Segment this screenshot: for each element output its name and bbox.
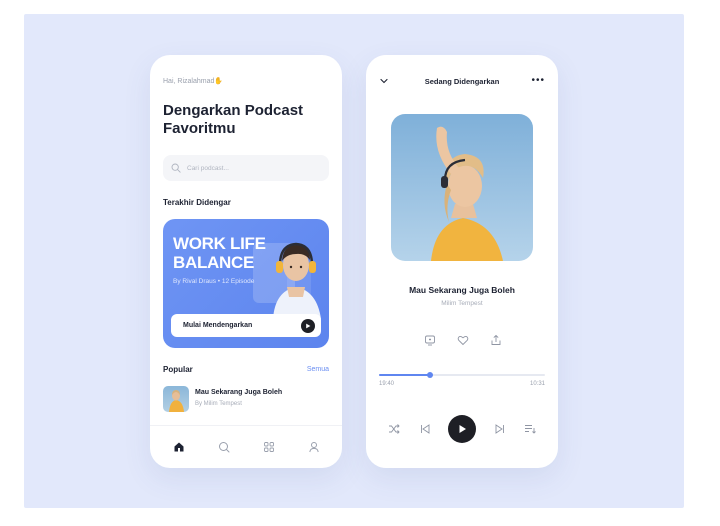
queue-button[interactable] <box>523 422 537 436</box>
nav-home[interactable] <box>170 438 188 456</box>
featured-title: WORK LIFE BALANCE <box>173 234 266 272</box>
playback-controls <box>379 415 545 443</box>
featured-podcast-card[interactable]: WORK LIFE BALANCE By Rival Draus • 12 Ep… <box>163 219 329 348</box>
next-button[interactable] <box>493 422 507 436</box>
background-canvas <box>24 14 684 508</box>
grid-icon <box>263 442 274 452</box>
player-header: Sedang Didengarkan ••• <box>366 73 558 89</box>
nav-profile[interactable] <box>305 438 323 456</box>
page-title: Dengarkan Podcast Favoritmu <box>163 102 304 137</box>
album-cover <box>391 114 533 261</box>
user-icon <box>308 442 319 453</box>
action-bar <box>423 333 503 347</box>
popular-item-title: Mau Sekarang Juga Boleh <box>195 389 283 396</box>
playlist-icon <box>425 335 435 346</box>
queue-icon <box>525 425 536 434</box>
next-icon <box>495 424 504 434</box>
see-all-link[interactable]: Semua <box>307 366 329 373</box>
song-artist: Milim Tempest <box>441 300 483 307</box>
play-icon <box>459 425 466 433</box>
like-button[interactable] <box>456 333 470 347</box>
home-screen: Hai, Rizalahmad✋ Dengarkan Podcast Favor… <box>150 55 342 468</box>
popular-item-artist: By Milim Tempest <box>195 401 242 407</box>
shuffle-icon <box>389 424 400 434</box>
recent-section-title: Terakhir Didengar <box>163 198 231 207</box>
greeting-text: Hai, Rizalahmad <box>163 78 215 85</box>
song-title: Mau Sekarang Juga Boleh <box>409 285 515 295</box>
progress-bar[interactable] <box>379 372 545 378</box>
play-button[interactable] <box>448 415 476 443</box>
progress-fill <box>379 374 431 376</box>
waving-hand-icon: ✋ <box>214 78 224 85</box>
shuffle-button[interactable] <box>387 422 401 436</box>
nav-library[interactable] <box>260 438 278 456</box>
share-button[interactable] <box>489 333 503 347</box>
podcast-thumbnail <box>163 386 189 412</box>
popular-section-title: Popular <box>163 365 193 374</box>
previous-button[interactable] <box>418 422 432 436</box>
start-listening-label: Mulai Mendengarkan <box>183 322 253 329</box>
previous-icon <box>420 424 429 434</box>
start-listening-button[interactable]: Mulai Mendengarkan <box>171 314 321 337</box>
more-options-icon[interactable]: ••• <box>531 75 545 86</box>
player-heading: Sedang Didengarkan <box>424 77 500 86</box>
nav-search[interactable] <box>215 438 233 456</box>
current-time: 19:40 <box>379 381 395 387</box>
featured-meta: By Rival Draus • 12 Episode <box>173 278 255 285</box>
search-input[interactable]: Cari podcast... <box>163 155 329 181</box>
bottom-navigation <box>150 425 342 468</box>
home-icon <box>174 442 183 452</box>
player-screen: Sedang Didengarkan ••• Mau Sekarang Juga… <box>366 55 558 468</box>
list-item[interactable]: Mau Sekarang Juga Boleh By Milim Tempest <box>163 386 333 412</box>
avatar-illustration <box>273 242 321 319</box>
play-icon <box>301 318 315 333</box>
search-icon <box>218 442 229 453</box>
add-to-playlist-button[interactable] <box>423 333 437 347</box>
greeting: Hai, Rizalahmad✋ <box>163 77 223 85</box>
share-icon <box>491 334 501 345</box>
search-placeholder: Cari podcast... <box>187 164 229 172</box>
progress-knob[interactable] <box>427 372 434 378</box>
total-time: 10:31 <box>529 381 545 387</box>
heart-icon <box>457 335 469 346</box>
search-icon <box>171 163 181 173</box>
